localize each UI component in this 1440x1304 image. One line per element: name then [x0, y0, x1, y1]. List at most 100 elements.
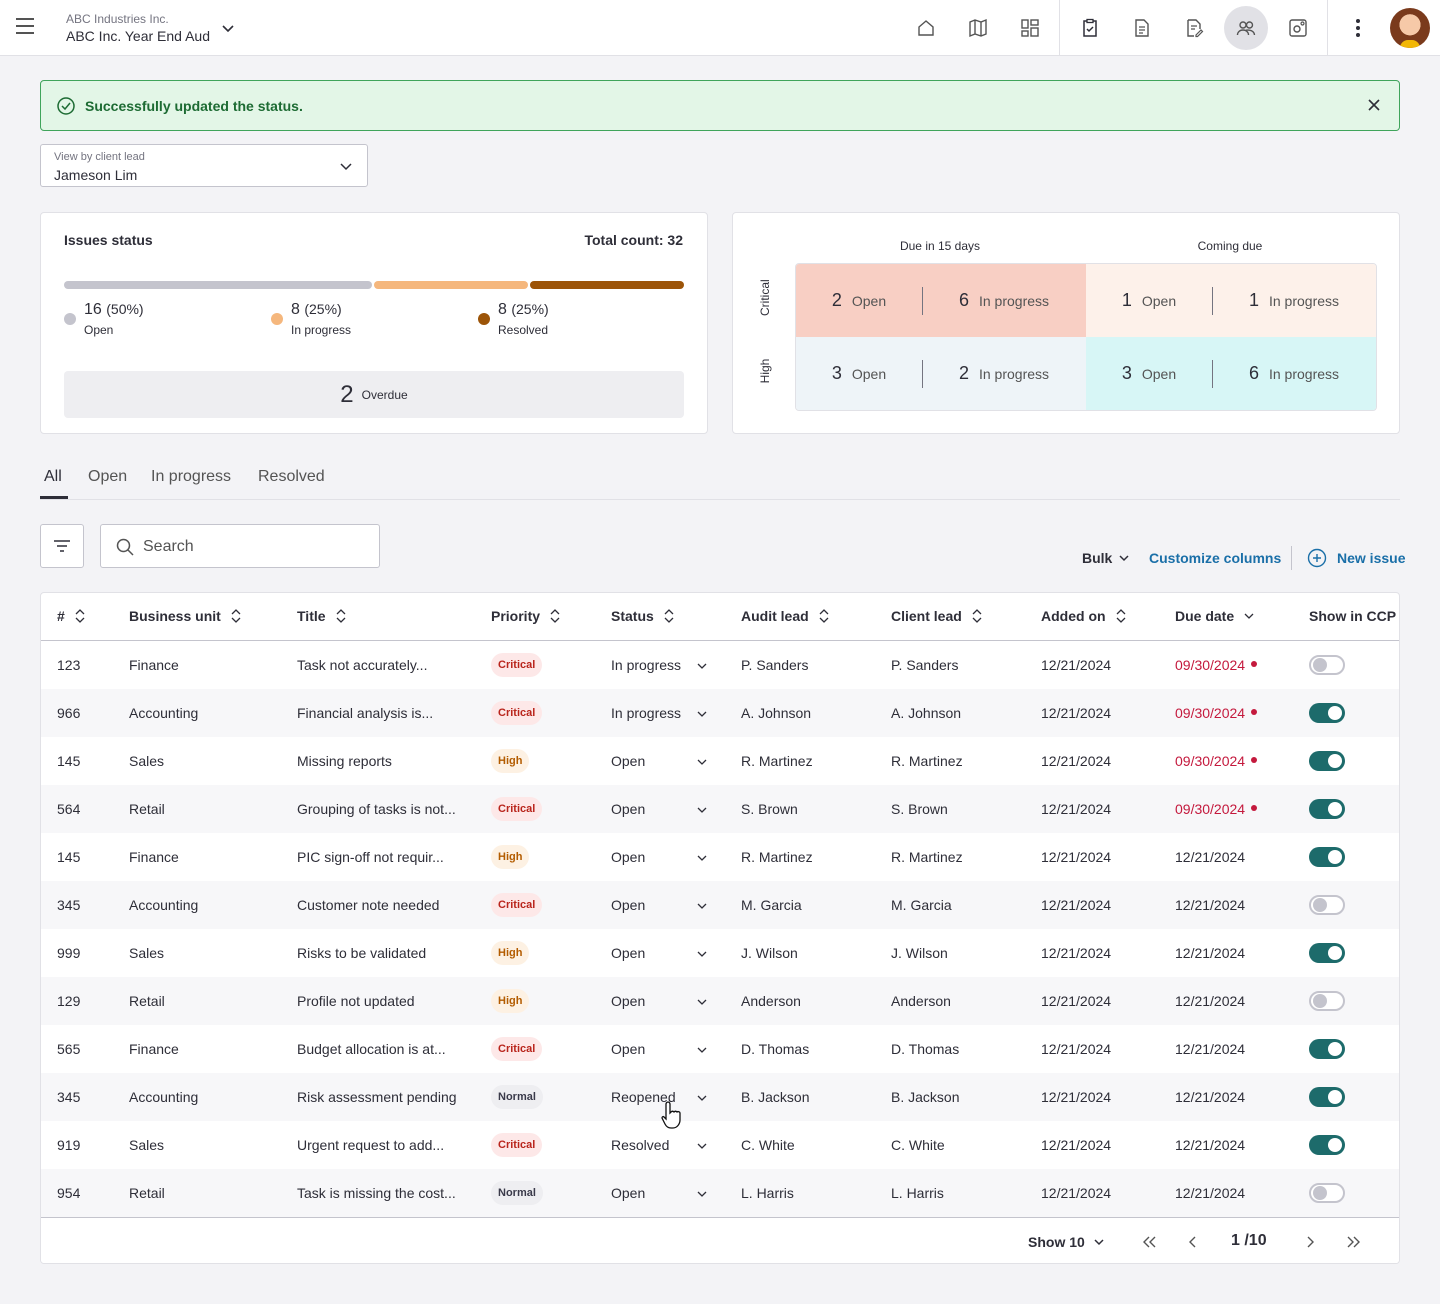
issue-title[interactable]: PIC sign-off not requir...: [297, 849, 444, 865]
chevron-down-icon[interactable]: [697, 853, 707, 863]
table-row[interactable]: 954 Retail Task is missing the cost... Norm…: [41, 1169, 1399, 1217]
table-row[interactable]: 919 Sales Urgent request to add... Critical…: [41, 1121, 1399, 1169]
status-select[interactable]: Open: [611, 1185, 645, 1201]
menu-icon[interactable]: [16, 18, 36, 38]
issue-title[interactable]: Risk assessment pending: [297, 1089, 457, 1105]
show-in-ccp-toggle[interactable]: [1309, 943, 1345, 963]
matrix-cell[interactable]: 2 Open 6 In progress: [796, 264, 1086, 337]
chevron-down-icon[interactable]: [697, 805, 707, 815]
column-header[interactable]: Business unit: [129, 608, 241, 624]
status-select[interactable]: Open: [611, 753, 645, 769]
next-page-icon[interactable]: [1300, 1232, 1320, 1252]
sort-icon[interactable]: [1116, 608, 1126, 624]
column-header[interactable]: Title: [297, 608, 346, 624]
client-lead-select[interactable]: View by client lead Jameson Lim: [40, 144, 368, 187]
matrix-cell[interactable]: 3 Open 6 In progress: [1086, 337, 1376, 410]
column-header[interactable]: #: [57, 608, 85, 624]
tab-in-progress[interactable]: In progress: [151, 468, 231, 486]
chevron-down-icon[interactable]: [697, 1141, 707, 1151]
show-in-ccp-toggle[interactable]: [1309, 703, 1345, 723]
engagement-name[interactable]: ABC Inc. Year End Aud: [66, 28, 210, 44]
show-in-ccp-toggle[interactable]: [1309, 655, 1345, 675]
matrix-cell[interactable]: 1 Open 1 In progress: [1086, 264, 1376, 337]
users-icon[interactable]: [1224, 6, 1268, 50]
issue-title[interactable]: Risks to be validated: [297, 945, 426, 961]
issue-title[interactable]: Financial analysis is...: [297, 705, 433, 721]
table-row[interactable]: 966 Accounting Financial analysis is... Cri…: [41, 689, 1399, 737]
sort-icon[interactable]: [819, 608, 829, 624]
grid-icon[interactable]: [1010, 8, 1050, 48]
previous-page-icon[interactable]: [1183, 1232, 1203, 1252]
status-select[interactable]: Open: [611, 801, 645, 817]
column-header[interactable]: Due date: [1175, 608, 1254, 624]
customize-columns-link[interactable]: Customize columns: [1149, 550, 1281, 566]
sort-icon[interactable]: [231, 608, 241, 624]
tab-all[interactable]: All: [44, 468, 62, 486]
table-row[interactable]: 345 Accounting Customer note needed Critica…: [41, 881, 1399, 929]
table-row[interactable]: 345 Accounting Risk assessment pending Norm…: [41, 1073, 1399, 1121]
sort-icon[interactable]: [336, 608, 346, 624]
chevron-down-icon[interactable]: [697, 901, 707, 911]
status-select[interactable]: In progress: [611, 705, 681, 721]
filter-button[interactable]: [40, 524, 84, 568]
issue-title[interactable]: Customer note needed: [297, 897, 439, 913]
show-in-ccp-toggle[interactable]: [1309, 895, 1345, 915]
status-select[interactable]: Open: [611, 1041, 645, 1057]
issue-title[interactable]: Profile not updated: [297, 993, 415, 1009]
tab-resolved[interactable]: Resolved: [258, 468, 325, 486]
status-select[interactable]: Resolved: [611, 1137, 669, 1153]
show-in-ccp-toggle[interactable]: [1309, 799, 1345, 819]
issue-title[interactable]: Missing reports: [297, 753, 392, 769]
status-select[interactable]: Open: [611, 993, 645, 1009]
column-header[interactable]: Client lead: [891, 608, 982, 624]
table-row[interactable]: 565 Finance Budget allocation is at... Crit…: [41, 1025, 1399, 1073]
chevron-down-icon[interactable]: [697, 997, 707, 1007]
matrix-cell[interactable]: 3 Open 2 In progress: [796, 337, 1086, 410]
show-in-ccp-toggle[interactable]: [1309, 1039, 1345, 1059]
chevron-down-icon[interactable]: [697, 1093, 707, 1103]
document-icon[interactable]: [1122, 8, 1162, 48]
table-row[interactable]: 564 Retail Grouping of tasks is not... Crit…: [41, 785, 1399, 833]
chevron-down-icon[interactable]: [697, 949, 707, 959]
page-size-select[interactable]: Show 10: [1028, 1234, 1105, 1250]
show-in-ccp-toggle[interactable]: [1309, 1183, 1345, 1203]
column-header[interactable]: Status: [611, 608, 674, 624]
more-options-icon[interactable]: [1346, 16, 1370, 40]
status-select[interactable]: Open: [611, 897, 645, 913]
status-select[interactable]: Open: [611, 945, 645, 961]
settings-icon[interactable]: [1278, 8, 1318, 48]
last-page-icon[interactable]: [1344, 1232, 1364, 1252]
search-input[interactable]: [143, 535, 363, 559]
chevron-down-icon[interactable]: [697, 1045, 707, 1055]
new-issue-button[interactable]: New issue: [1307, 548, 1405, 568]
table-row[interactable]: 145 Sales Missing reports High Open R. Martin…: [41, 737, 1399, 785]
clipboard-check-icon[interactable]: [1070, 8, 1110, 48]
sort-icon[interactable]: [550, 608, 560, 624]
chevron-down-icon[interactable]: [220, 20, 236, 36]
column-header[interactable]: Added on: [1041, 608, 1126, 624]
chevron-down-icon[interactable]: [697, 661, 707, 671]
issue-title[interactable]: Urgent request to add...: [297, 1137, 444, 1153]
sort-icon[interactable]: [664, 608, 674, 624]
column-header[interactable]: Audit lead: [741, 608, 829, 624]
map-icon[interactable]: [958, 8, 998, 48]
issue-title[interactable]: Task is missing the cost...: [297, 1185, 456, 1201]
table-row[interactable]: 123 Finance Task not accurately... Critical…: [41, 641, 1399, 689]
bulk-button[interactable]: Bulk: [1082, 550, 1130, 566]
table-row[interactable]: 129 Retail Profile not updated High Open Ande…: [41, 977, 1399, 1025]
document-edit-icon[interactable]: [1174, 8, 1214, 48]
show-in-ccp-toggle[interactable]: [1309, 1087, 1345, 1107]
home-icon[interactable]: [906, 8, 946, 48]
overdue-box[interactable]: 2 Overdue: [64, 371, 684, 418]
sort-icon[interactable]: [75, 608, 85, 624]
sort-descending-icon[interactable]: [1244, 608, 1254, 624]
issue-title[interactable]: Budget allocation is at...: [297, 1041, 446, 1057]
column-header[interactable]: Priority: [491, 608, 560, 624]
chevron-down-icon[interactable]: [697, 1189, 707, 1199]
sort-icon[interactable]: [972, 608, 982, 624]
show-in-ccp-toggle[interactable]: [1309, 1135, 1345, 1155]
issue-title[interactable]: Grouping of tasks is not...: [297, 801, 456, 817]
issue-title[interactable]: Task not accurately...: [297, 657, 427, 673]
show-in-ccp-toggle[interactable]: [1309, 847, 1345, 867]
show-in-ccp-toggle[interactable]: [1309, 991, 1345, 1011]
